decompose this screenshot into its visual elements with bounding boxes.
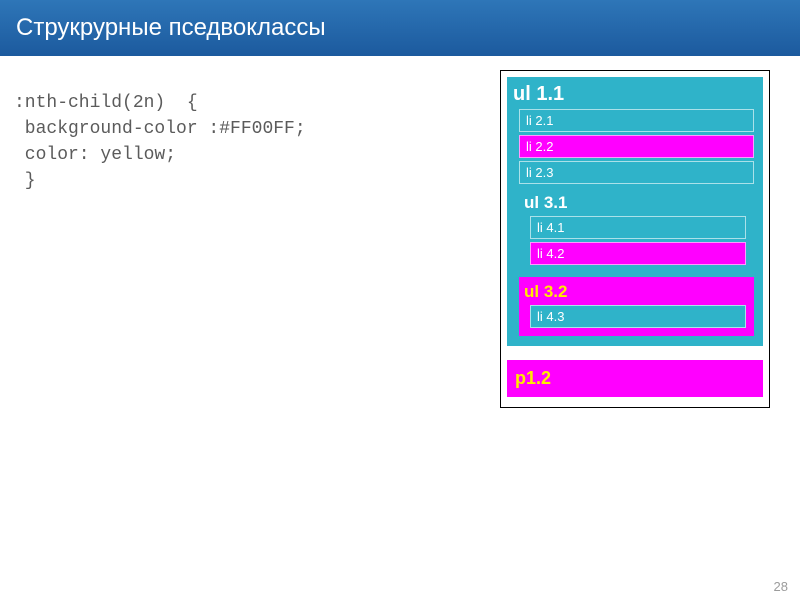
code-line: :nth-child(2n) { (14, 93, 198, 113)
ul-1-1-label: ul 1.1 (513, 83, 757, 106)
page-number: 28 (774, 579, 788, 594)
ul-3-1-label: ul 3.1 (524, 193, 749, 213)
ul-3-2: ul 3.2 li 4.3 (519, 277, 754, 336)
slide-title-bar: Струкрурные пседвоклассы (0, 0, 800, 56)
li-2-1: li 2.1 (519, 109, 754, 132)
li-2-3: li 2.3 (519, 161, 754, 184)
slide: Струкрурные пседвоклассы :nth-child(2n) … (0, 0, 800, 600)
code-line: background-color :#FF00FF; (14, 119, 306, 139)
li-4-2: li 4.2 (530, 242, 746, 265)
slide-title: Струкрурные пседвоклассы (16, 14, 326, 42)
ul-3-2-label: ul 3.2 (524, 282, 749, 302)
ul-3-1: ul 3.1 li 4.1 li 4.2 (519, 188, 754, 273)
li-4-1: li 4.1 (530, 216, 746, 239)
slide-body: :nth-child(2n) { background-color :#FF00… (0, 56, 800, 600)
ul-1-1: ul 1.1 li 2.1 li 2.2 li 2.3 ul 3.1 li 4.… (507, 77, 763, 346)
code-line: } (14, 171, 36, 191)
code-line: color: yellow; (14, 145, 176, 165)
demo-frame: ul 1.1 li 2.1 li 2.2 li 2.3 ul 3.1 li 4.… (500, 70, 770, 408)
p-1-2: p1.2 (507, 360, 763, 397)
li-4-3: li 4.3 (530, 305, 746, 328)
li-2-2: li 2.2 (519, 135, 754, 158)
p-1-2-label: p1.2 (515, 368, 551, 388)
